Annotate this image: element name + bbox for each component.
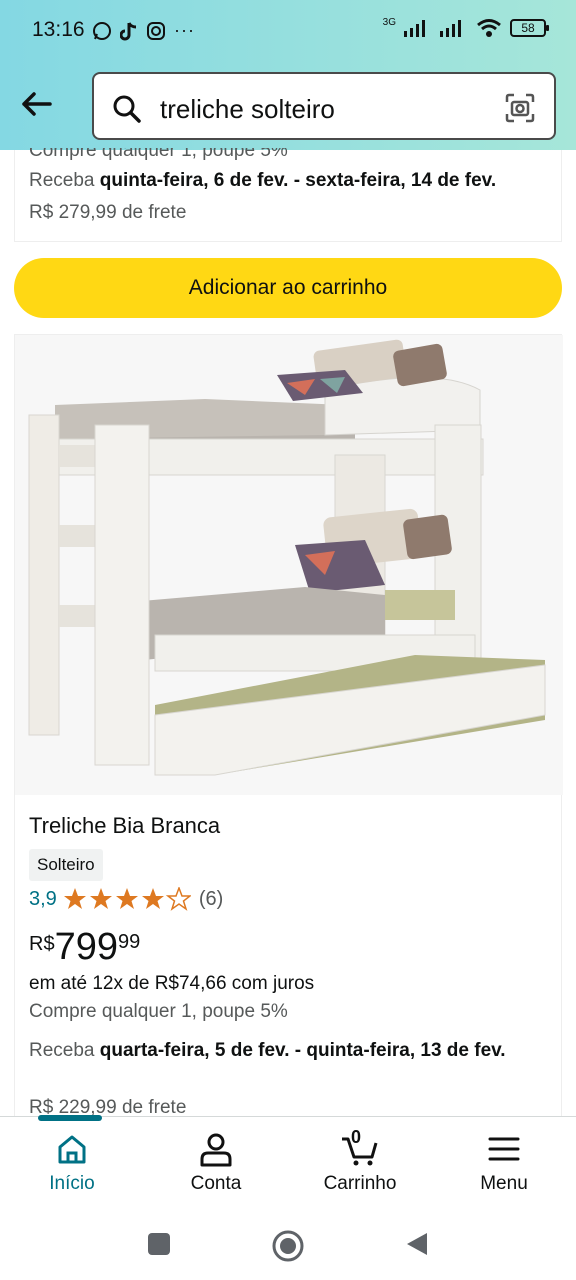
network-type: 3G <box>382 16 396 28</box>
add-to-cart-button[interactable]: Adicionar ao carrinho <box>14 258 562 318</box>
product-variant-badge: Solteiro <box>29 849 103 881</box>
active-indicator <box>38 1115 102 1121</box>
signal-icon <box>404 20 425 37</box>
installments-text: em até 12x de R$74,66 com juros <box>29 973 315 994</box>
product-card[interactable]: Treliche Bia Branca Solteiro 3,9 (6) R$ … <box>14 334 563 1124</box>
delivery-text: Receba quarta-feira, 5 de fev. - quinta-… <box>29 1040 506 1061</box>
product-image[interactable] <box>15 335 563 795</box>
header: 13:16 ··· 3G 58 treliche solteiro <box>0 0 576 150</box>
search-icon <box>113 95 141 123</box>
nav-cart-label: Carrinho <box>323 1173 397 1194</box>
price-cents: 99 <box>117 931 141 953</box>
whatsapp-icon <box>93 21 111 40</box>
previous-delivery: Receba quinta-feira, 6 de fev. - sexta-f… <box>29 170 497 191</box>
nav-cart[interactable]: 0 Carrinho <box>288 1117 432 1207</box>
nav-account-label: Conta <box>190 1173 242 1194</box>
search-input[interactable]: treliche solteiro <box>160 94 335 125</box>
status-system-icons: 3G 58 <box>382 16 549 38</box>
previous-freight: R$ 279,99 de frete <box>29 202 187 223</box>
promo-text: Compre qualquer 1, poupe 5% <box>29 1001 288 1022</box>
status-notification-icons: ··· <box>92 20 195 41</box>
nav-menu[interactable]: Menu <box>432 1117 576 1207</box>
nav-menu-label: Menu <box>480 1173 528 1194</box>
signal-icon-2 <box>440 20 461 37</box>
status-time: 13:16 <box>32 18 85 41</box>
tiktok-icon <box>120 21 137 40</box>
recent-apps-icon[interactable] <box>146 1231 172 1257</box>
review-count: (6) <box>198 887 224 910</box>
star-rating-icon <box>63 887 191 911</box>
home-icon <box>58 1135 86 1164</box>
instagram-icon <box>147 21 165 40</box>
product-title[interactable]: Treliche Bia Branca <box>29 813 220 839</box>
rating-value: 3,9 <box>29 887 57 910</box>
status-bar: 13:16 ··· 3G 58 <box>0 0 576 64</box>
back-triangle-icon[interactable] <box>404 1231 430 1257</box>
bottom-navigation: Início Conta 0 Carrinho Menu <box>0 1115 576 1207</box>
search-bar[interactable]: treliche solteiro <box>92 72 556 140</box>
battery-icon: 58 <box>510 19 549 37</box>
back-arrow-icon[interactable] <box>18 86 54 122</box>
product-rating[interactable]: 3,9 (6) <box>29 887 223 911</box>
system-navigation-bar <box>0 1206 576 1280</box>
camera-search-icon[interactable] <box>504 92 536 124</box>
nav-home-label: Início <box>49 1173 95 1194</box>
more-notifications-icon: ··· <box>174 20 195 40</box>
cart-count: 0 <box>351 1127 362 1147</box>
bunk-bed-illustration <box>28 339 546 776</box>
nav-home[interactable]: Início <box>0 1115 144 1207</box>
nav-account[interactable]: Conta <box>144 1117 288 1207</box>
product-price: R$ 799 99 <box>29 927 140 967</box>
wifi-icon <box>477 19 501 37</box>
home-circle-icon[interactable] <box>270 1228 306 1264</box>
price-integer: 799 <box>54 926 118 968</box>
person-icon <box>200 1133 232 1167</box>
previous-result-card: Compre qualquer 1, poupe 5% Receba quint… <box>14 148 562 242</box>
price-currency: R$ <box>29 933 55 955</box>
menu-icon <box>488 1137 520 1161</box>
